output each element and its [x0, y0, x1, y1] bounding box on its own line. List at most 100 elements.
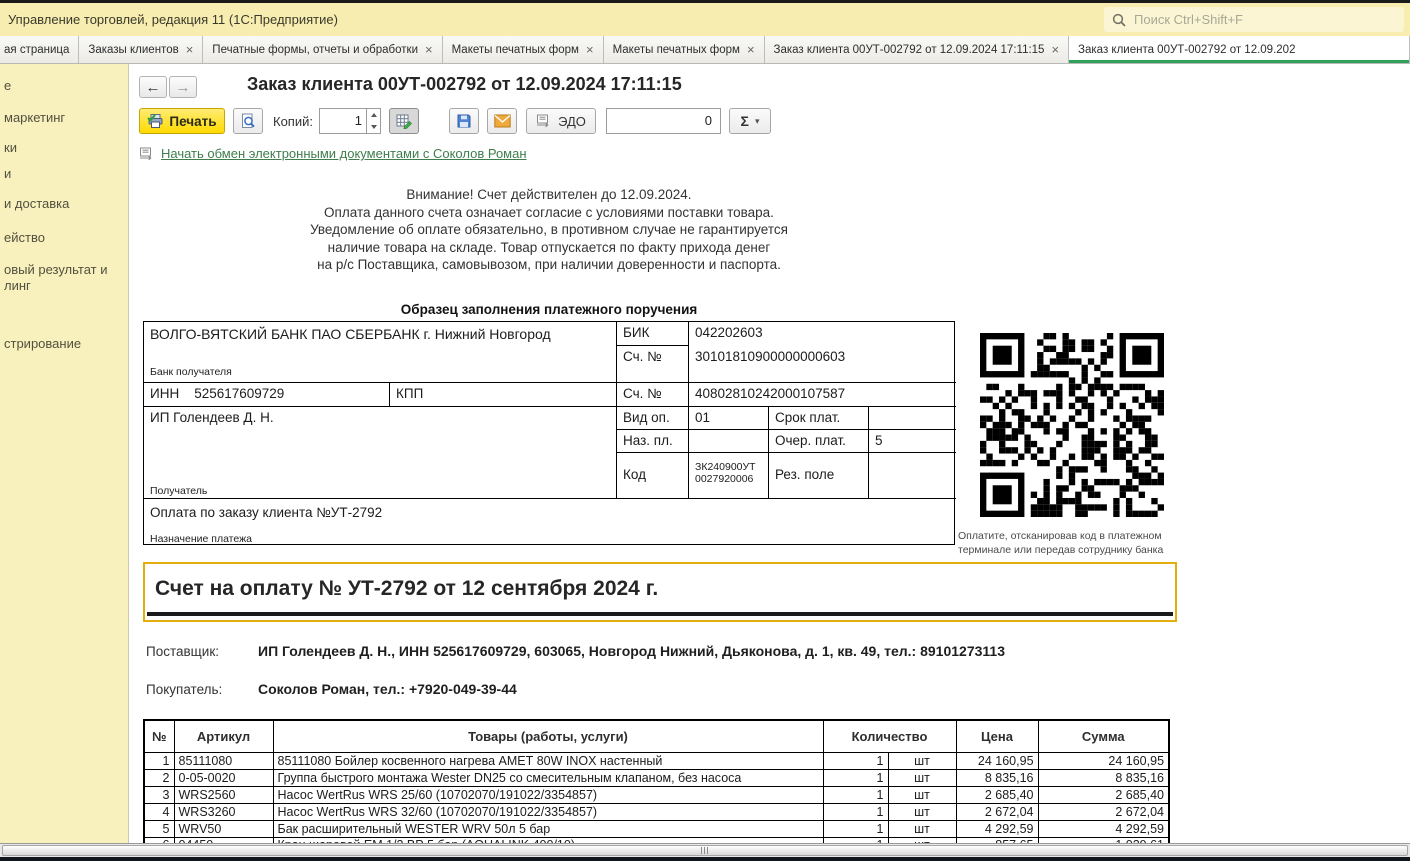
item-sum: 2 672,04	[1038, 803, 1169, 820]
edo-start-exchange-link[interactable]: Начать обмен электронными документами с …	[161, 146, 527, 161]
col-article: Артикул	[174, 720, 273, 752]
sidebar-item-purchases[interactable]: ки	[4, 140, 17, 156]
copies-label: Копий:	[273, 114, 313, 129]
buyer-value: Соколов Роман, тел.: +7920-049-39-44	[258, 681, 517, 697]
item-qty: 1	[823, 752, 888, 769]
global-search[interactable]	[1104, 7, 1404, 32]
tab-label: Макеты печатных форм	[613, 44, 740, 56]
print-label: Печать	[169, 114, 216, 129]
col-goods: Товары (работы, услуги)	[273, 720, 823, 752]
table-settings-button[interactable]	[389, 108, 419, 134]
spin-up-icon[interactable]	[367, 109, 380, 121]
application-window: Управление торговлей, редакция 11 (1С:Пр…	[0, 0, 1410, 861]
account-value-cell: 40802810242000107587	[689, 382, 956, 407]
sidebar-item-crm[interactable]: маркетинг	[4, 110, 65, 126]
edo-button[interactable]: ЭДО	[526, 108, 596, 134]
qr-caption: Оплатите, отсканировав код в платежном т…	[958, 530, 1188, 557]
horizontal-scrollbar[interactable]	[0, 843, 1410, 857]
tab-close-icon[interactable]: ×	[586, 43, 594, 56]
tab-close-icon[interactable]: ×	[425, 43, 433, 56]
tab-close-icon[interactable]: ×	[1051, 43, 1059, 56]
tab-bar: ая страница Заказы клиентов × Печатные ф…	[0, 36, 1410, 64]
rez-pole-value-cell	[869, 453, 956, 498]
tab-label: Заказ клиента 00УТ-002792 от 12.09.202	[1078, 44, 1295, 56]
vid-op-label-cell: Вид оп.	[617, 407, 689, 430]
bank-caption: Банк получателя	[150, 363, 232, 381]
print-preview-button[interactable]	[233, 108, 263, 134]
item-sum: 4 292,59	[1038, 820, 1169, 837]
item-qty: 1	[823, 820, 888, 837]
counter-field[interactable]: 0	[606, 108, 721, 134]
item-name: Бак расширительный WESTER WRV 50л 5 бар	[273, 820, 823, 837]
receiver-caption: Получатель	[150, 485, 207, 497]
sections-sidebar: е маркетинг ки и и доставка ейство овый …	[0, 64, 129, 843]
tab-print-templates-2[interactable]: Макеты печатных форм ×	[604, 36, 765, 63]
tab-print-forms-reports[interactable]: Печатные формы, отчеты и обработки ×	[203, 36, 442, 63]
tab-print-templates-1[interactable]: Макеты печатных форм ×	[443, 36, 604, 63]
item-sum: 2 685,40	[1038, 786, 1169, 803]
sidebar-item-sales[interactable]: и	[4, 166, 11, 182]
item-num: 3	[144, 786, 174, 803]
search-icon	[1112, 13, 1126, 27]
tab-label: Заказ клиента 00УТ-002792 от 12.09.2024 …	[774, 44, 1045, 56]
copies-value: 1	[320, 113, 362, 128]
sidebar-item-finresult[interactable]: овый результат и линг	[4, 262, 107, 294]
invoice-items-table-wrap: № Артикул Товары (работы, услуги) Количе…	[143, 719, 1173, 843]
item-article: 85111080	[174, 752, 273, 769]
receiver-name: ИП Голендеев Д. Н.	[150, 410, 274, 425]
tab-close-icon[interactable]: ×	[747, 43, 755, 56]
corr-account-value-cell: 30101810900000000603	[689, 346, 956, 382]
save-button[interactable]	[449, 108, 479, 134]
purpose-text: Оплата по заказу клиента №УТ-2792	[150, 505, 382, 520]
scrollbar-thumb[interactable]	[2, 845, 1408, 856]
floppy-icon	[456, 113, 472, 129]
tab-client-order-1[interactable]: Заказ клиента 00УТ-002792 от 12.09.2024 …	[765, 36, 1070, 63]
copies-spin-buttons[interactable]	[366, 109, 380, 133]
forward-button[interactable]: →	[169, 76, 197, 98]
sidebar-item-warehouse[interactable]: и доставка	[4, 196, 69, 212]
sidebar-item-admin[interactable]: стрирование	[4, 336, 81, 352]
receiver-cell: ИП Голендеев Д. Н. Получатель	[144, 407, 617, 498]
purpose-cell: Оплата по заказу клиента №УТ-2792 Назнач…	[144, 498, 956, 546]
tab-close-icon[interactable]: ×	[186, 43, 194, 56]
item-row: 1 85111080 85111080 Бойлер косвенного на…	[144, 752, 1169, 769]
search-input[interactable]	[1132, 11, 1404, 28]
item-qty: 1	[823, 803, 888, 820]
item-row: 4 WRS3260 Насос WertRus WRS 32/60 (10702…	[144, 803, 1169, 820]
item-num: 4	[144, 803, 174, 820]
item-num: 2	[144, 769, 174, 786]
supplier-label: Поставщик:	[146, 644, 219, 659]
purpose-caption: Назначение платежа	[150, 533, 252, 545]
item-name: Группа быстрого монтажа Wester DN25 со с…	[273, 769, 823, 786]
spin-down-icon[interactable]	[367, 121, 380, 133]
item-row: 2 0-05-0020 Группа быстрого монтажа West…	[144, 769, 1169, 786]
edo-label: ЭДО	[558, 114, 586, 129]
tab-home[interactable]: ая страница	[0, 36, 79, 63]
copies-stepper[interactable]: 1	[319, 108, 381, 134]
edo-exchange-icon	[536, 114, 552, 128]
item-unit: шт	[888, 803, 956, 820]
sum-button[interactable]: Σ ▾	[729, 108, 771, 134]
back-arrow-icon: ←	[146, 79, 161, 96]
tab-client-order-active[interactable]: Заказ клиента 00УТ-002792 от 12.09.202	[1069, 36, 1410, 63]
item-name: Насос WertRus WRS 25/60 (10702070/191022…	[273, 786, 823, 803]
item-price: 2 685,40	[956, 786, 1038, 803]
tab-client-orders[interactable]: Заказы клиентов ×	[79, 36, 203, 63]
kpp-cell: КПП	[390, 382, 617, 407]
printer-icon	[147, 113, 163, 129]
sidebar-item-main[interactable]: е	[4, 78, 11, 94]
item-unit: шт	[888, 752, 956, 769]
buyer-label: Покупатель:	[146, 682, 222, 697]
item-row: 5 WRV50 Бак расширительный WESTER WRV 50…	[144, 820, 1169, 837]
item-name: Насос WertRus WRS 32/60 (10702070/191022…	[273, 803, 823, 820]
email-button[interactable]	[487, 108, 517, 134]
print-button[interactable]: Печать	[139, 108, 225, 134]
tab-label: ая страница	[4, 44, 69, 56]
item-name: 85111080 Бойлер косвенного нагрева АМЕТ …	[273, 752, 823, 769]
tab-label: Печатные формы, отчеты и обработки	[212, 44, 418, 56]
ocher-plat-label-cell: Очер. плат.	[769, 430, 869, 453]
sidebar-item-treasury[interactable]: ейство	[4, 230, 45, 246]
bik-value-cell: 042202603	[689, 322, 956, 346]
item-article: WRS2560	[174, 786, 273, 803]
back-button[interactable]: ←	[139, 76, 167, 98]
